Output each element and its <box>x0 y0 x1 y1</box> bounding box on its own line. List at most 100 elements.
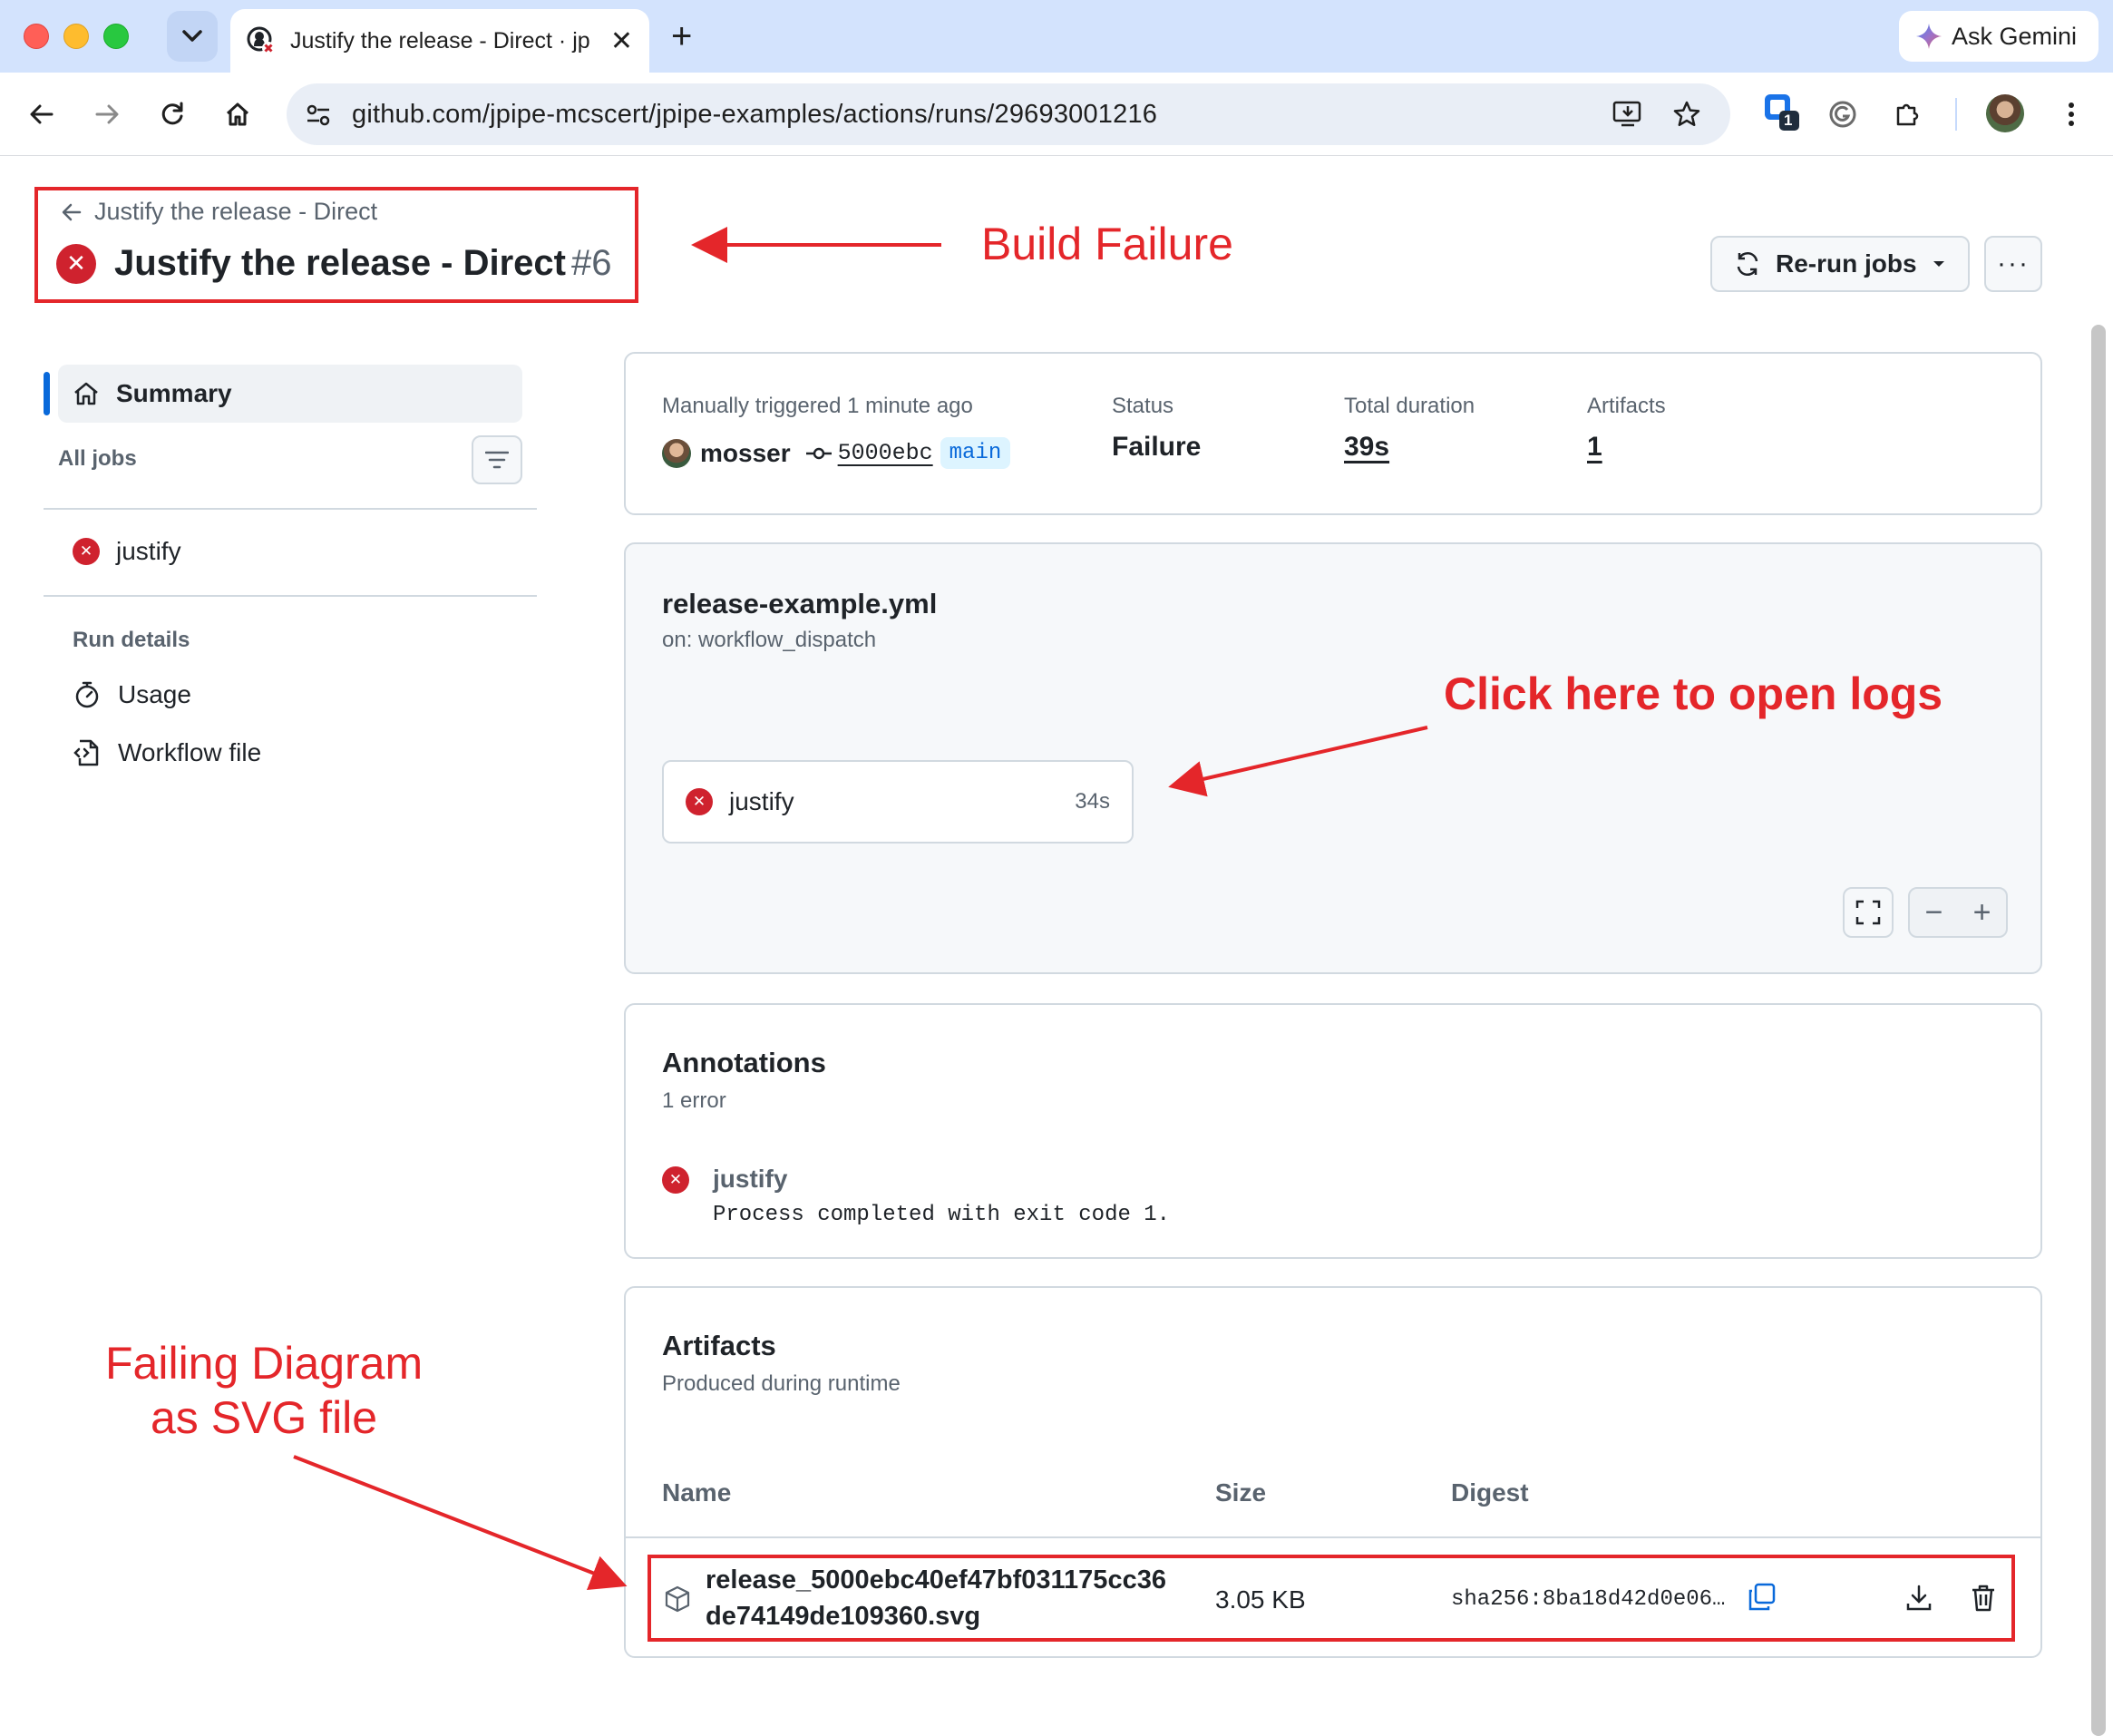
grammarly-icon[interactable] <box>1825 96 1861 132</box>
annotation-job-link[interactable]: justify <box>713 1165 787 1194</box>
ask-gemini-label: Ask Gemini <box>1952 22 2078 50</box>
duration-label: Total duration <box>1344 394 1475 418</box>
actor-name[interactable]: mosser <box>700 439 791 468</box>
zoom-out-button[interactable]: − <box>1910 895 1958 931</box>
build-failure-callout: Build Failure <box>981 219 1233 269</box>
browser-toolbar: github.com/jpipe-mcscert/jpipe-examples/… <box>0 73 2113 156</box>
gemini-sparkle-icon <box>1916 24 1942 49</box>
job-node-duration: 34s <box>1075 789 1110 814</box>
failure-x-icon: ✕ <box>73 538 100 565</box>
stopwatch-icon <box>75 681 99 708</box>
address-bar[interactable]: github.com/jpipe-mcscert/jpipe-examples/… <box>287 83 1730 145</box>
sidebar-summary-label: Summary <box>116 379 232 407</box>
failure-x-icon: ✕ <box>662 1166 689 1194</box>
zoom-in-button[interactable]: + <box>1958 895 2006 931</box>
open-logs-callout: Click here to open logs <box>1444 668 1943 719</box>
workflow-file-name: release-example.yml <box>662 588 938 619</box>
run-details-label: Run details <box>73 628 190 652</box>
maximize-window-button[interactable] <box>103 24 129 49</box>
site-info-icon[interactable] <box>305 102 332 129</box>
minimize-window-button[interactable] <box>63 24 89 49</box>
annotations-subtitle: 1 error <box>662 1088 726 1113</box>
extension-icon[interactable]: 1 <box>1761 91 1805 138</box>
annotations-title: Annotations <box>662 1047 826 1078</box>
bookmark-star-icon[interactable] <box>1672 100 1701 129</box>
home-icon[interactable] <box>219 96 256 132</box>
status-value: Failure <box>1112 432 1202 462</box>
annotation-message: Process completed with exit code 1. <box>713 1203 1171 1227</box>
column-header-digest: Digest <box>1451 1478 1529 1507</box>
github-failure-favicon-icon <box>247 26 276 55</box>
forward-arrow-icon[interactable] <box>89 96 125 132</box>
artifacts-count-link[interactable]: 1 <box>1587 432 1602 463</box>
profile-avatar[interactable] <box>1986 94 2024 132</box>
artifacts-title: Artifacts <box>662 1330 776 1361</box>
job-node-justify[interactable]: ✕ justify 34s <box>662 760 1134 844</box>
tab-title: Justify the release - Direct · jp <box>290 27 590 54</box>
failing-diagram-callout-line2: as SVG file <box>151 1392 378 1443</box>
browser-tab-active[interactable]: Justify the release - Direct · jp ✕ <box>230 9 649 73</box>
new-tab-button[interactable]: + <box>671 16 692 56</box>
column-header-size: Size <box>1215 1478 1267 1507</box>
all-jobs-label: All jobs <box>58 446 137 471</box>
workflow-graph-card: release-example.yml on: workflow_dispatc… <box>624 542 2042 974</box>
sidebar-item-justify[interactable]: ✕ justify <box>73 537 181 566</box>
trigger-label: Manually triggered 1 minute ago <box>662 394 973 418</box>
failing-diagram-arrow <box>293 1455 628 1591</box>
back-arrow-icon[interactable] <box>24 96 60 132</box>
trigger-details: mosser 5000ebc main <box>662 437 1011 469</box>
chevron-down-icon <box>182 30 202 42</box>
artifacts-count-label: Artifacts <box>1587 394 1666 418</box>
file-code-icon <box>73 739 99 766</box>
extension-badge: 1 <box>1784 112 1793 129</box>
sidebar-usage-label: Usage <box>118 680 191 708</box>
toolbar-divider <box>1955 98 1957 131</box>
rerun-jobs-label: Re-run jobs <box>1776 249 1917 278</box>
triangle-down-icon <box>1933 261 1944 267</box>
duration-link[interactable]: 39s <box>1344 432 1389 463</box>
sidebar-divider <box>44 508 537 510</box>
build-failure-highlight-box <box>34 187 638 303</box>
artifact-highlight-box <box>648 1555 2015 1642</box>
extensions-puzzle-icon[interactable] <box>1890 96 1926 132</box>
sidebar-workflow-file-label: Workflow file <box>118 738 262 766</box>
install-app-icon[interactable] <box>1612 100 1643 129</box>
close-window-button[interactable] <box>24 24 49 49</box>
tab-search-button[interactable] <box>167 11 218 62</box>
sidebar-divider <box>44 595 537 597</box>
url-text: github.com/jpipe-mcscert/jpipe-examples/… <box>352 100 1158 129</box>
filter-jobs-button[interactable] <box>472 435 522 484</box>
annotations-card: Annotations 1 error ✕ justify Process co… <box>624 1003 2042 1259</box>
sidebar-item-usage[interactable]: Usage <box>73 680 191 709</box>
rerun-jobs-button[interactable]: Re-run jobs <box>1710 236 1970 292</box>
fullscreen-button[interactable] <box>1843 887 1894 938</box>
branch-badge[interactable]: main <box>940 437 1011 469</box>
sidebar-job-label: justify <box>116 537 181 565</box>
ask-gemini-button[interactable]: Ask Gemini <box>1899 11 2098 62</box>
browser-tab-bar: Justify the release - Direct · jp ✕ + As… <box>0 0 2113 73</box>
git-commit-icon <box>805 447 832 459</box>
reload-icon[interactable] <box>154 96 190 132</box>
home-icon <box>74 382 98 405</box>
workflow-trigger: on: workflow_dispatch <box>662 628 877 652</box>
filter-icon <box>485 451 509 469</box>
job-node-label: justify <box>729 787 794 815</box>
sidebar-item-workflow-file[interactable]: Workflow file <box>73 738 261 767</box>
sidebar-item-summary[interactable]: Summary <box>58 365 522 423</box>
run-summary-card: Manually triggered 1 minute ago mosser 5… <box>624 352 2042 515</box>
actor-avatar <box>662 438 691 468</box>
more-options-button[interactable]: ··· <box>1984 236 2042 292</box>
active-indicator <box>44 372 50 415</box>
zoom-controls: − + <box>1908 887 2008 938</box>
commit-link[interactable]: 5000ebc <box>838 440 933 466</box>
browser-menu-icon[interactable] <box>2053 96 2089 132</box>
failure-x-icon: ✕ <box>686 788 713 815</box>
page-scrollbar[interactable] <box>2091 325 2106 1736</box>
screen-full-icon <box>1855 900 1881 925</box>
column-header-name: Name <box>662 1478 732 1507</box>
status-label: Status <box>1112 394 1174 418</box>
sync-icon <box>1737 252 1758 276</box>
failing-diagram-callout-line1: Failing Diagram <box>105 1338 424 1389</box>
tab-close-icon[interactable]: ✕ <box>610 25 633 57</box>
artifacts-subtitle: Produced during runtime <box>662 1371 901 1396</box>
